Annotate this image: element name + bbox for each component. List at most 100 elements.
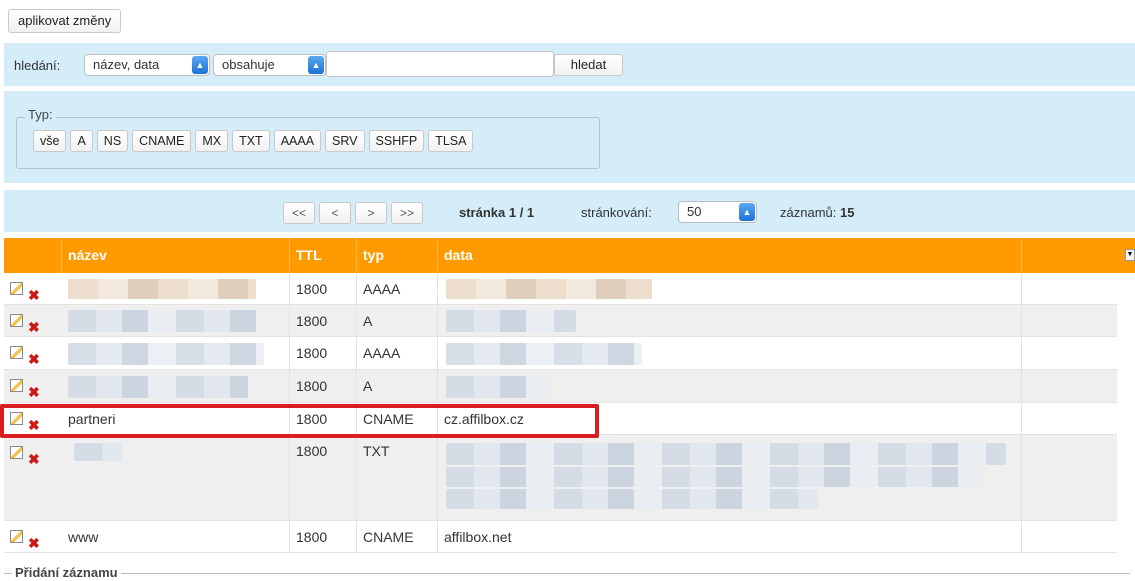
edit-icon[interactable] [10,282,23,295]
apply-changes-button[interactable]: aplikovat změny [8,9,122,33]
redacted-content [68,376,248,398]
column-menu-icon[interactable]: ▼︎ [1125,249,1135,261]
search-input[interactable] [326,51,554,77]
record-name: www [68,529,99,545]
record-type-cell: CNAME [357,521,438,552]
record-name-cell [62,273,290,304]
record-type: CNAME [363,411,414,427]
table-row-highlighted: ✖︎ partneri 1800 CNAME cz.affilbox.cz [4,403,1117,435]
table-row: ✖︎ 1800 TXT [4,435,1117,521]
edit-icon[interactable] [10,314,23,327]
delete-icon[interactable]: ✖︎ [28,527,40,559]
record-type-cell: AAAA [357,337,438,369]
row-actions: ✖︎ [4,435,62,520]
edit-icon[interactable] [10,446,23,459]
type-filter-sshfp-button[interactable]: SSHFP [368,130,425,152]
search-field-select[interactable]: název, data ▲︎ [84,54,210,76]
edit-icon[interactable] [10,530,23,543]
record-ttl-cell: 1800 [290,370,357,402]
search-button[interactable]: hledat [554,54,623,76]
record-ttl-cell: 1800 [290,403,357,434]
record-ttl: 1800 [296,443,328,459]
per-page-value: 50 [687,204,702,219]
record-ttl-cell: 1800 [290,305,357,336]
row-actions: ✖︎ [4,403,62,434]
type-filter-all-button[interactable]: vše [33,130,67,152]
record-data-cell: affilbox.net [438,521,1022,552]
record-ttl-cell: 1800 [290,435,357,520]
type-filter-txt-button[interactable]: TXT [232,130,270,152]
row-actions: ✖︎ [4,370,62,402]
data-column-header[interactable]: data [438,238,1022,273]
type-filter-a-button[interactable]: A [70,130,93,152]
type-filter-cname-button[interactable]: CNAME [132,130,192,152]
table-row: ✖︎ 1800 A [4,370,1117,403]
record-extra-cell [1022,435,1117,520]
record-type: A [363,313,373,329]
first-page-button[interactable]: << [283,202,315,224]
type-filter-tlsa-button[interactable]: TLSA [428,130,474,152]
record-type: CNAME [363,529,414,545]
row-actions: ✖︎ [4,521,62,552]
search-operator-select[interactable]: obsahuje ▲︎ [213,54,326,76]
add-record-divider [4,573,1130,574]
record-ttl: 1800 [296,345,328,361]
add-record-legend: Přidání záznamu [12,565,121,580]
record-count-value: 15 [840,205,855,220]
record-data-cell [438,305,1022,336]
per-page-label: stránkování: [581,205,652,220]
redacted-content [446,376,550,398]
select-arrow-icon: ▲︎ [192,56,208,74]
record-type: AAAA [363,345,401,361]
pager-panel: << < > >> stránka 1 / 1 stránkování: 50 … [4,190,1135,232]
delete-icon[interactable]: ✖︎ [28,443,40,475]
redacted-content [446,343,642,365]
edit-icon[interactable] [10,412,23,425]
record-data-cell [438,337,1022,369]
search-label: hledání: [14,58,61,73]
redacted-content [446,489,818,509]
type-filter-srv-button[interactable]: SRV [325,130,365,152]
type-filter-aaaa-button[interactable]: AAAA [273,130,322,152]
record-ttl: 1800 [296,411,328,427]
record-data-cell [438,370,1022,402]
ttl-column-header[interactable]: TTL [290,238,357,273]
record-ttl: 1800 [296,378,328,394]
record-type: A [363,378,373,394]
redacted-content [446,443,1006,465]
record-ttl: 1800 [296,281,328,297]
redacted-content [446,467,982,487]
record-name-cell: partneri [62,403,290,434]
edit-icon[interactable] [10,346,23,359]
redacted-content [446,310,576,332]
redacted-content [68,310,258,332]
record-ttl-cell: 1800 [290,521,357,552]
edit-icon[interactable] [10,379,23,392]
type-filter-ns-button[interactable]: NS [96,130,129,152]
row-actions: ✖︎ [4,337,62,369]
record-name-cell [62,370,290,402]
record-ttl: 1800 [296,529,328,545]
search-field-value: název, data [93,57,160,72]
extra-column-header [1022,238,1117,273]
redacted-content [446,279,652,299]
record-type-cell: AAAA [357,273,438,304]
record-name-cell [62,435,290,520]
record-name: partneri [68,411,116,427]
row-actions: ✖︎ [4,273,62,304]
record-count-label: záznamů: [780,205,837,220]
table-row: ✖︎ 1800 AAAA [4,337,1117,370]
record-extra-cell [1022,337,1117,369]
actions-column-header [4,238,62,273]
type-filter-mx-button[interactable]: MX [195,130,229,152]
type-column-header[interactable]: typ [357,238,438,273]
per-page-select[interactable]: 50 ▲︎ [678,201,757,223]
record-data-cell [438,273,1022,304]
next-page-button[interactable]: > [355,202,387,224]
record-extra-cell [1022,305,1117,336]
last-page-button[interactable]: >> [391,202,423,224]
prev-page-button[interactable]: < [319,202,351,224]
record-type-cell: A [357,370,438,402]
record-type-cell: CNAME [357,403,438,434]
name-column-header[interactable]: název [62,238,290,273]
